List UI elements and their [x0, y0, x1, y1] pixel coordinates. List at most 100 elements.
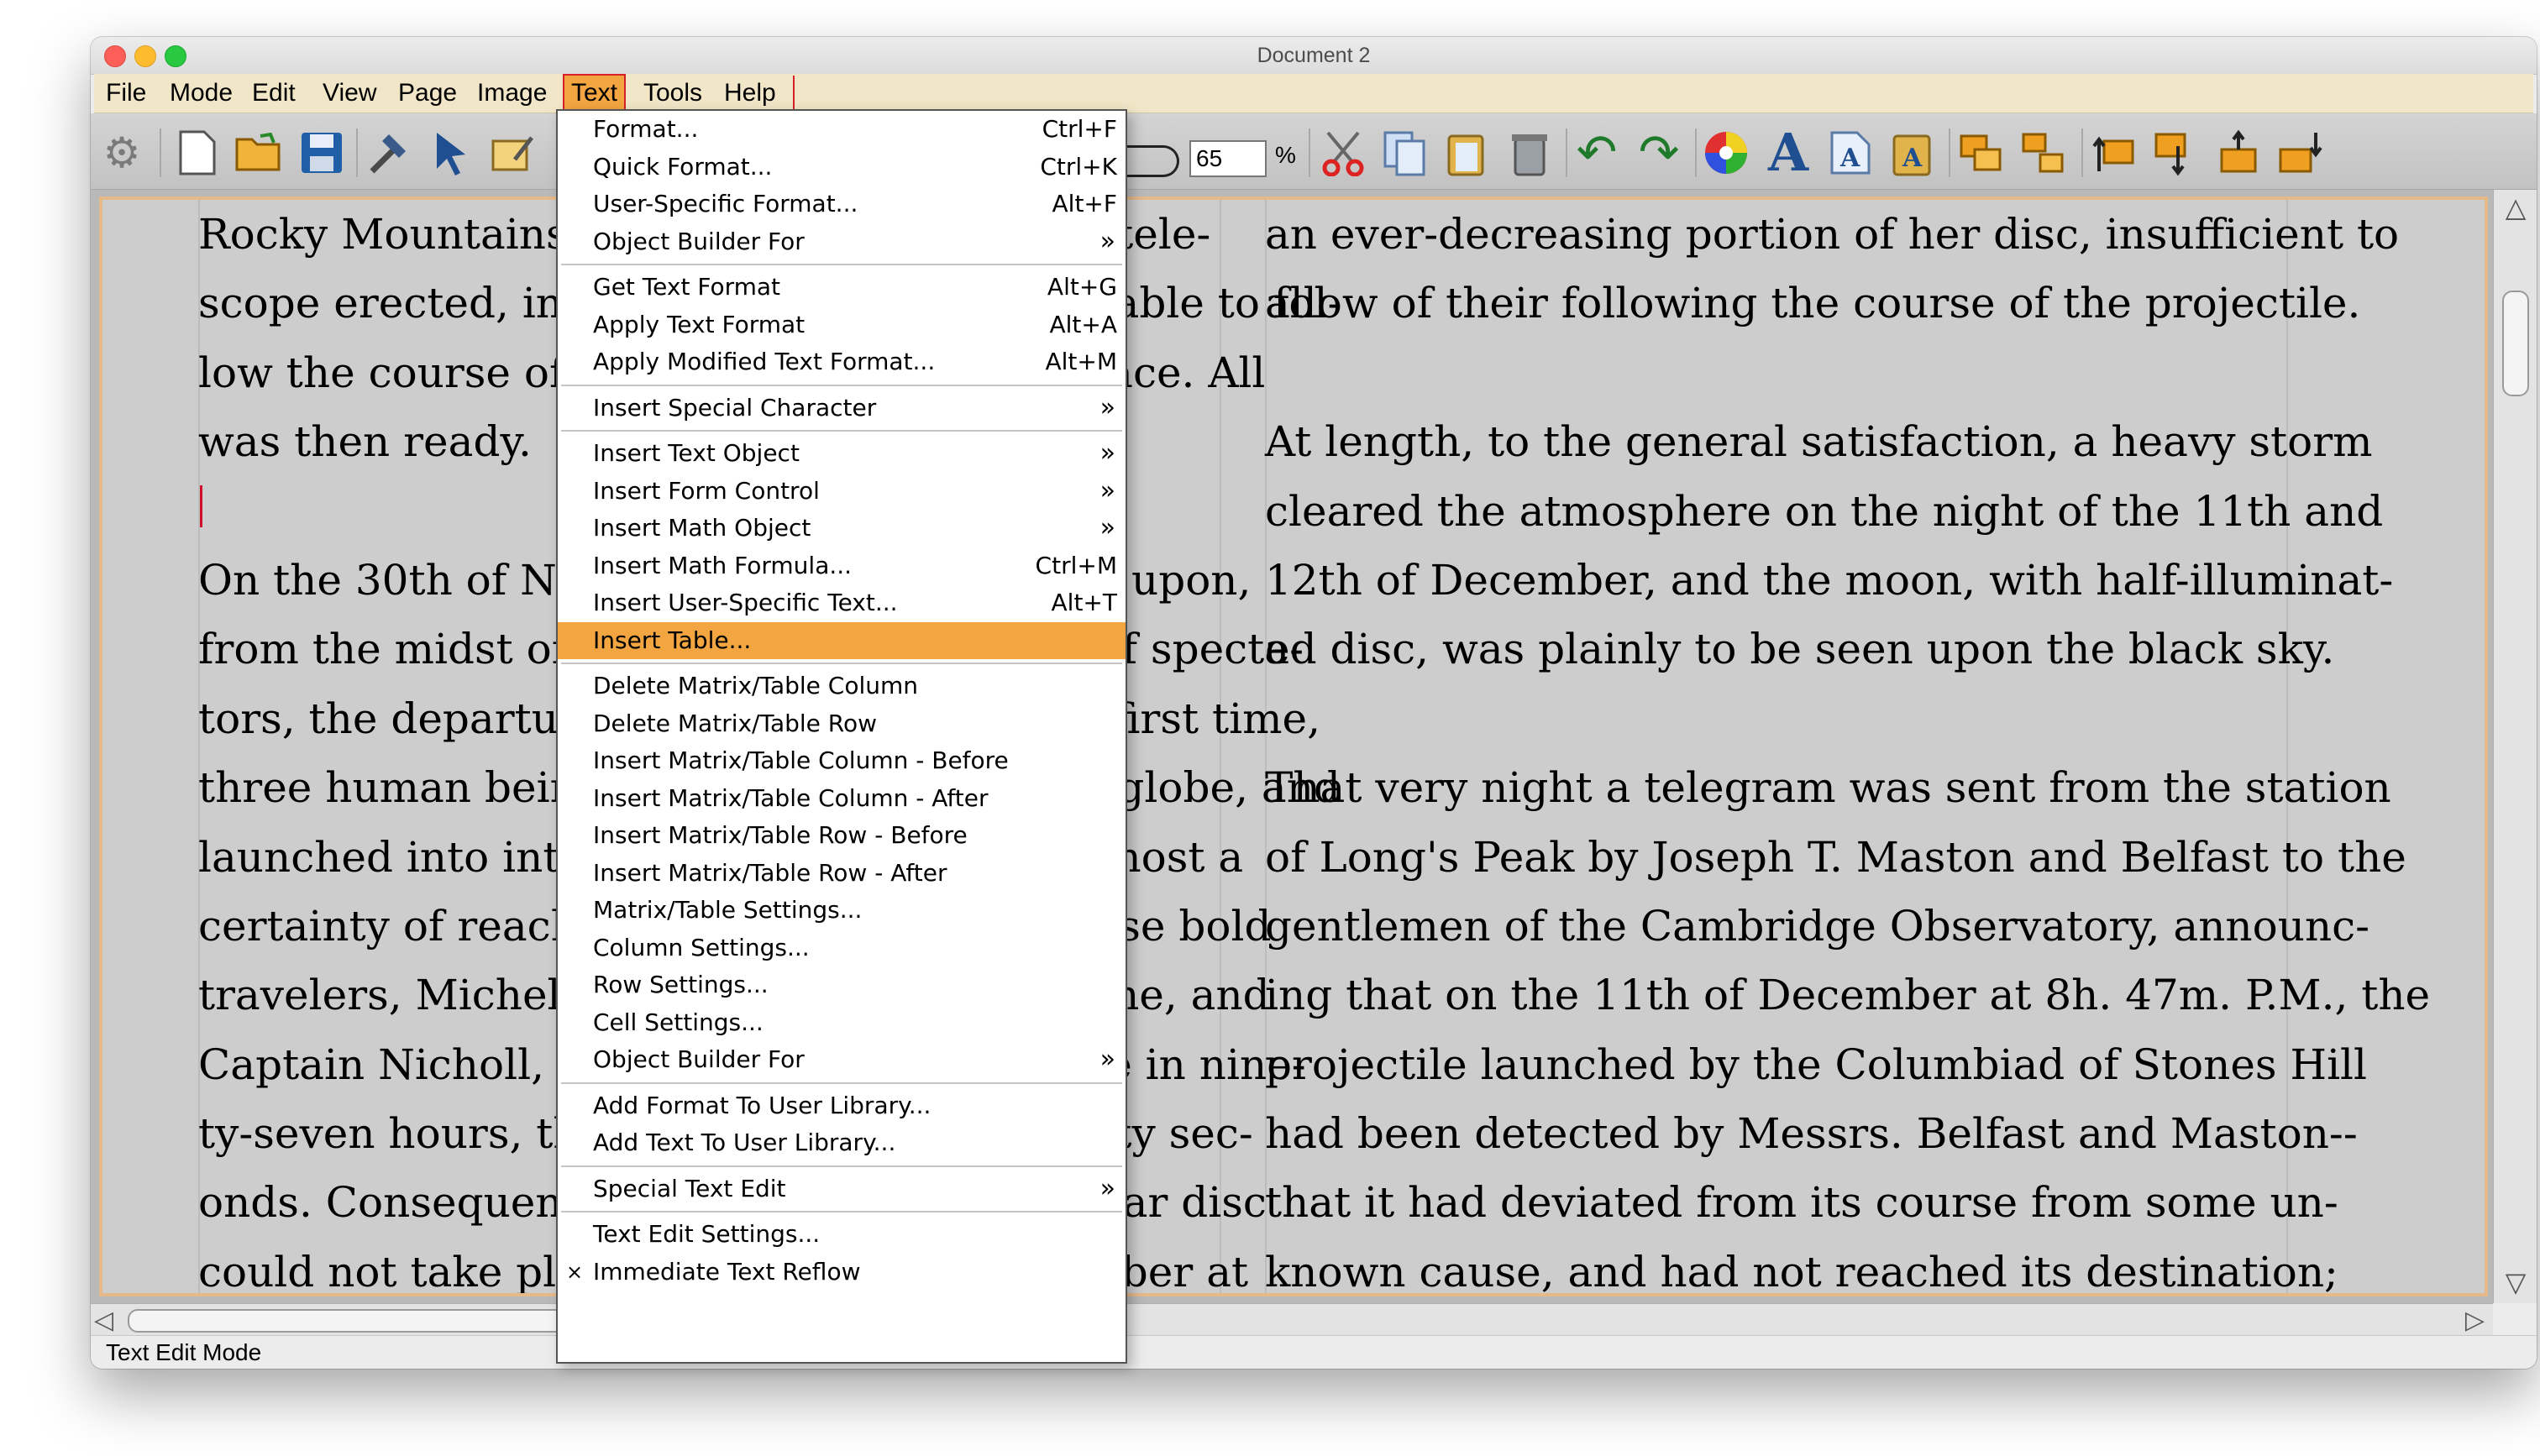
menu-item[interactable]: Add Text To User Library...: [558, 1124, 1126, 1162]
zoom-input[interactable]: 65: [1189, 140, 1267, 177]
send-back-icon[interactable]: [2276, 128, 2325, 177]
menu-item[interactable]: Apply Modified Text Format... Alt+M: [558, 343, 1126, 381]
menu-edit[interactable]: Edit: [244, 74, 304, 113]
menu-item-label: Apply Text Format: [593, 310, 806, 338]
menu-item-shortcut: Ctrl+K: [1040, 152, 1117, 181]
zoom-unit-label: %: [1275, 142, 1296, 168]
document-canvas[interactable]: Rocky Mountains, that they had a giganti…: [91, 190, 2493, 1303]
gear-icon[interactable]: ⚙: [97, 128, 146, 177]
raise-icon[interactable]: [2090, 128, 2139, 177]
menu-item-shortcut: Ctrl+M: [1035, 551, 1117, 579]
menu-item[interactable]: Insert Matrix/Table Column - After: [558, 780, 1126, 818]
menu-item[interactable]: Insert Math Formula... Ctrl+M: [558, 547, 1126, 585]
text-frame-alt-icon[interactable]: A: [1888, 128, 1937, 177]
menu-item-label: Format...: [593, 115, 699, 143]
trash-icon[interactable]: [1505, 128, 1554, 177]
menu-item-label: Insert User-Specific Text...: [593, 589, 898, 616]
text-line: that it had deviated from its course fro…: [1265, 1178, 2338, 1228]
menu-item[interactable]: Row Settings...: [558, 966, 1126, 1004]
scroll-down-arrow-icon[interactable]: ▽: [2494, 1266, 2537, 1300]
page[interactable]: Rocky Mountains, that they had a giganti…: [99, 196, 2488, 1296]
menu-item[interactable]: Add Format To User Library...: [558, 1087, 1126, 1125]
menu-mode[interactable]: Mode: [161, 74, 241, 113]
menu-item[interactable]: Special Text Edit »: [558, 1171, 1126, 1208]
undo-icon[interactable]: ↶: [1572, 128, 1621, 177]
menu-text[interactable]: Text: [563, 74, 627, 113]
menu-item[interactable]: Insert Form Control »: [558, 473, 1126, 511]
menu-item[interactable]: × Immediate Text Reflow: [558, 1254, 1126, 1291]
menu-help[interactable]: Help: [716, 74, 785, 113]
menu-item[interactable]: Insert Matrix/Table Column - Before: [558, 742, 1126, 780]
scroll-up-arrow-icon[interactable]: △: [2494, 191, 2537, 225]
menu-view[interactable]: View: [314, 74, 385, 113]
menu-item-shortcut: Alt+M: [1045, 348, 1117, 375]
text-frame-icon[interactable]: A: [1826, 128, 1875, 177]
group-icon[interactable]: [1957, 128, 2006, 177]
menu-item[interactable]: Column Settings...: [558, 930, 1126, 967]
text-line: allow of their following the course of t…: [1265, 279, 2361, 328]
menu-item-label: Quick Format...: [593, 152, 773, 181]
menu-item[interactable]: Insert Text Object »: [558, 435, 1126, 473]
menu-item-label: Insert Matrix/Table Column - After: [593, 783, 989, 812]
menu-file[interactable]: File: [97, 74, 155, 113]
submenu-arrow-icon: »: [1099, 1045, 1115, 1074]
menu-item[interactable]: Cell Settings...: [558, 1004, 1126, 1042]
menu-item-label: Insert Matrix/Table Row - Before: [593, 821, 968, 849]
paste-icon[interactable]: [1443, 128, 1492, 177]
menu-item-label: User-Specific Format...: [593, 190, 858, 217]
menu-tools[interactable]: Tools: [635, 74, 711, 113]
menu-image[interactable]: Image: [469, 74, 555, 113]
zoom-slider[interactable]: [1124, 145, 1179, 177]
save-icon[interactable]: [297, 128, 346, 177]
menu-item[interactable]: Delete Matrix/Table Row: [558, 705, 1126, 743]
menu-item[interactable]: Insert Special Character »: [558, 390, 1126, 427]
scroll-left-arrow-icon[interactable]: ◁: [94, 1306, 113, 1335]
edit-text-icon[interactable]: [489, 128, 538, 177]
submenu-arrow-icon: »: [1099, 513, 1115, 542]
ungroup-icon[interactable]: [2019, 128, 2068, 177]
bring-front-icon[interactable]: [2214, 128, 2263, 177]
text-menu-dropdown: Format... Ctrl+F Quick Format... Ctrl+K User…: [556, 109, 1127, 1364]
menu-item[interactable]: Object Builder For »: [558, 1041, 1126, 1079]
submenu-arrow-icon: »: [1099, 438, 1115, 468]
title-bar: Document 2: [91, 37, 2537, 75]
redo-icon[interactable]: ↷: [1635, 128, 1683, 177]
open-folder-icon[interactable]: [235, 128, 284, 177]
menu-item[interactable]: Insert Table...: [558, 621, 1126, 659]
menu-item[interactable]: Get Text Format Alt+G: [558, 269, 1126, 306]
color-wheel-icon[interactable]: [1702, 128, 1750, 177]
menu-item-shortcut: Ctrl+F: [1042, 115, 1117, 143]
menu-item[interactable]: Insert Matrix/Table Row - After: [558, 855, 1126, 893]
menu-item[interactable]: User-Specific Format... Alt+F: [558, 186, 1126, 223]
menu-item[interactable]: Insert User-Specific Text... Alt+T: [558, 584, 1126, 622]
menu-item[interactable]: Insert Math Object »: [558, 510, 1126, 547]
horizontal-scrollbar[interactable]: ◁ ▷: [91, 1303, 2493, 1336]
menu-item[interactable]: Insert Matrix/Table Row - Before: [558, 817, 1126, 855]
select-arrow-icon[interactable]: [427, 128, 475, 177]
text-line: ing that on the 11th of December at 8h. …: [1265, 971, 2431, 1020]
scroll-right-arrow-icon[interactable]: ▷: [2465, 1306, 2485, 1335]
menu-item[interactable]: Matrix/Table Settings...: [558, 892, 1126, 930]
new-document-icon[interactable]: [173, 128, 222, 177]
menu-page[interactable]: Page: [390, 74, 465, 113]
right-text-column[interactable]: an ever-decreasing portion of her disc, …: [1265, 200, 2431, 1293]
menu-item[interactable]: Delete Matrix/Table Column: [558, 668, 1126, 705]
menu-item-label: Insert Matrix/Table Row - After: [593, 858, 947, 887]
vertical-scrollbar[interactable]: △ ▽: [2493, 190, 2537, 1303]
hammer-icon[interactable]: [365, 128, 413, 177]
lower-icon[interactable]: [2152, 128, 2201, 177]
copy-icon[interactable]: [1381, 128, 1430, 177]
menu-item[interactable]: Text Edit Settings...: [558, 1216, 1126, 1254]
menu-item[interactable]: Format... Ctrl+F: [558, 111, 1126, 149]
menu-bar-divider: [793, 76, 795, 111]
text-a-icon[interactable]: A: [1764, 127, 1813, 179]
menu-item-label: Row Settings...: [593, 971, 769, 998]
menu-item[interactable]: Apply Text Format Alt+A: [558, 306, 1126, 344]
menu-item[interactable]: Quick Format... Ctrl+K: [558, 149, 1126, 186]
toolbar-separator: [1566, 128, 1567, 177]
scissors-icon[interactable]: [1319, 128, 1367, 177]
menu-item[interactable]: Object Builder For »: [558, 223, 1126, 261]
status-text: Text Edit Mode: [106, 1339, 262, 1365]
status-bar: Text Edit Mode: [91, 1335, 2537, 1369]
vertical-scroll-thumb[interactable]: [2502, 291, 2529, 396]
